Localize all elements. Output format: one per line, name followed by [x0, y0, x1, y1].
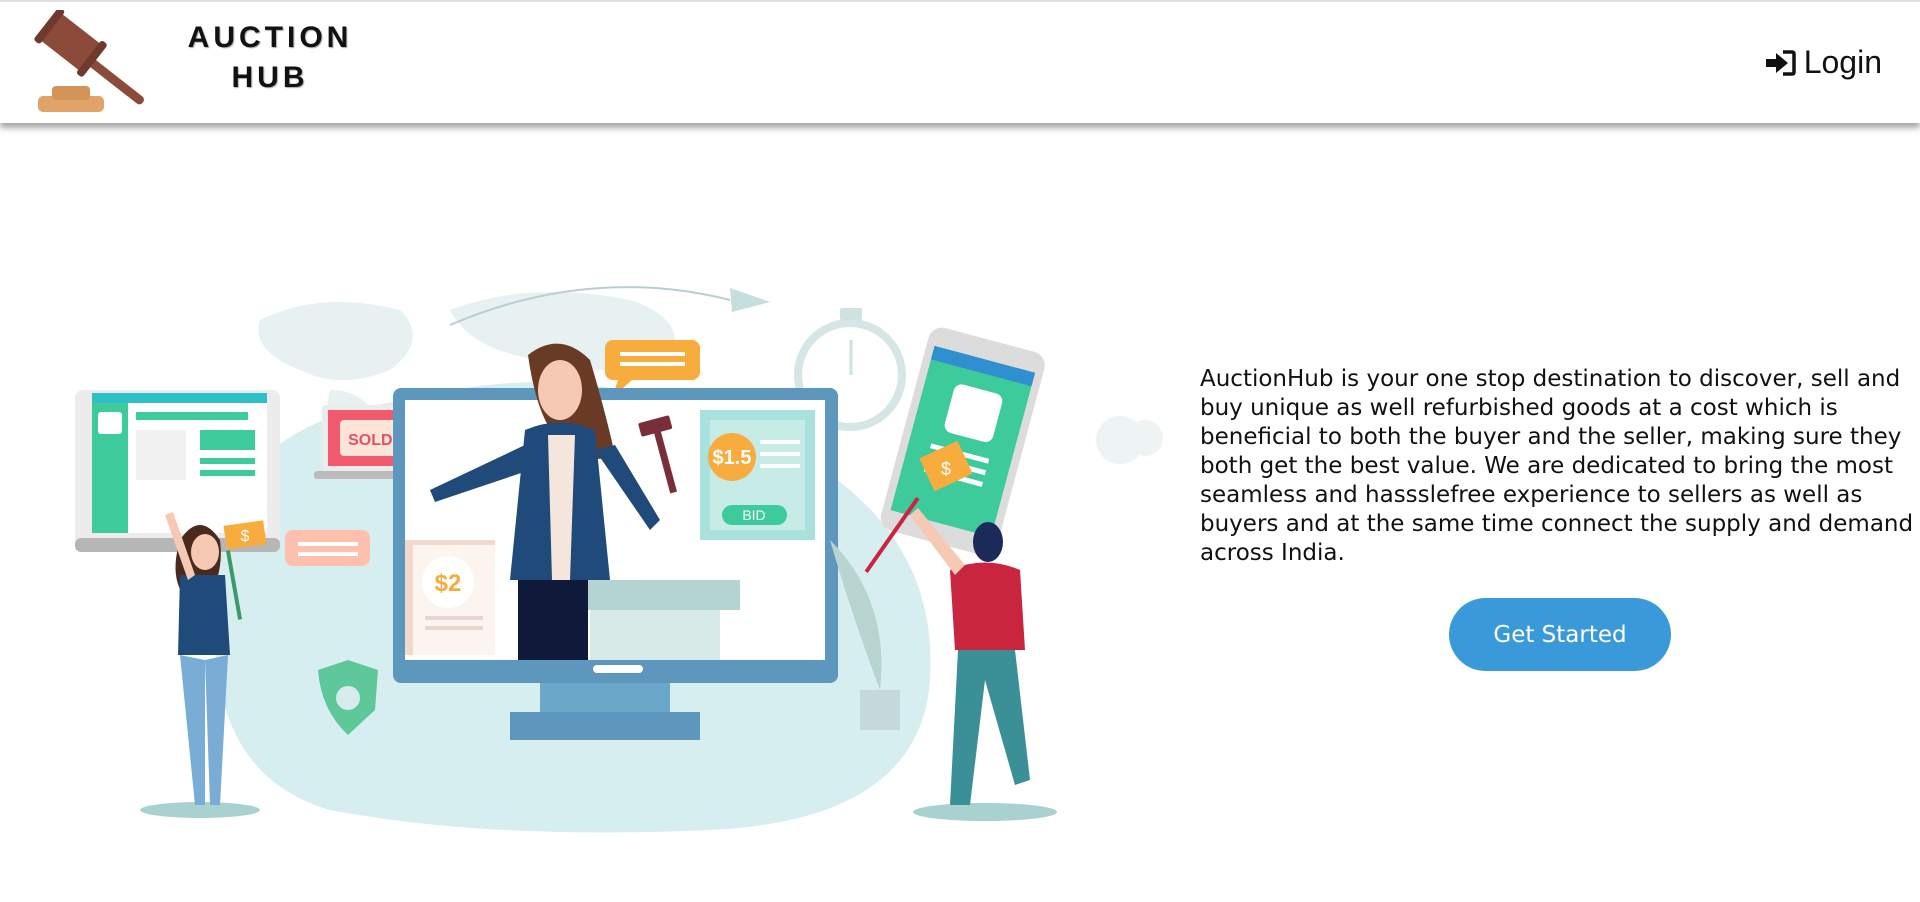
- gavel-logo-icon[interactable]: [30, 10, 162, 118]
- login-label: Login: [1803, 44, 1882, 80]
- get-started-button[interactable]: Get Started: [1449, 598, 1671, 671]
- brand-line-1: AUCTION: [187, 21, 353, 54]
- hero-description: AuctionHub is your one stop destination …: [1200, 366, 1914, 566]
- price-tag-2: $2: [435, 570, 462, 597]
- login-link[interactable]: Login: [1764, 44, 1882, 81]
- price-tag-1: $1.5: [713, 447, 752, 469]
- auction-illustration: SOLD! $1.5 BID $2 $ $: [75, 286, 1163, 833]
- brand-name[interactable]: AUCTION HUB: [170, 18, 370, 98]
- bid-label: BID: [742, 507, 765, 523]
- sign-in-icon: [1765, 49, 1796, 76]
- sold-sign-text: SOLD!: [348, 432, 398, 449]
- navbar: AUCTION HUB Login: [0, 2, 1920, 123]
- dollar-sign-right: $: [941, 459, 951, 479]
- dollar-sign-left: $: [241, 528, 250, 545]
- brand-line-2: HUB: [231, 61, 309, 94]
